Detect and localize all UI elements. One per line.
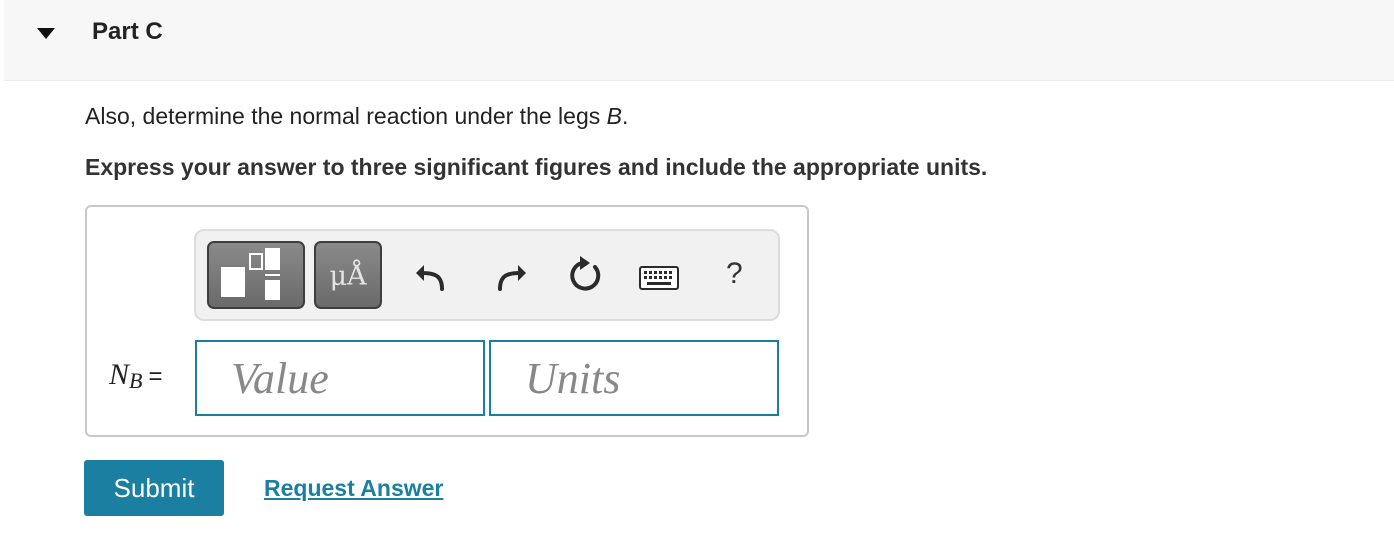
variable-subscript: B [129, 368, 143, 393]
reset-icon[interactable] [566, 255, 606, 295]
equals-sign: = [148, 363, 163, 390]
question-text: Also, determine the normal reaction unde… [85, 103, 628, 130]
variable-symbol: N [109, 358, 130, 391]
value-input[interactable] [195, 340, 485, 416]
templates-icon [221, 248, 280, 300]
units-button[interactable]: μÅ [314, 241, 382, 309]
question-suffix: . [621, 103, 629, 129]
part-header[interactable]: Part C [4, 0, 1394, 81]
question-prefix: Also, determine the normal reaction unde… [85, 103, 607, 129]
request-answer-link[interactable]: Request Answer [264, 475, 443, 502]
help-icon[interactable]: ? [726, 257, 743, 291]
submit-button[interactable]: Submit [84, 460, 224, 516]
redo-icon[interactable] [492, 257, 528, 293]
math-toolbar: μÅ ? [194, 229, 780, 321]
keyboard-icon[interactable] [638, 263, 682, 293]
templates-button[interactable] [207, 241, 305, 309]
collapse-caret-icon[interactable] [37, 28, 55, 39]
answer-box: μÅ ? NB = [85, 205, 809, 437]
units-icon: μÅ [329, 261, 367, 292]
units-input[interactable] [489, 340, 779, 416]
answer-variable-label: NB = [109, 358, 162, 394]
undo-icon[interactable] [414, 257, 450, 293]
question-variable: B [606, 103, 622, 129]
part-title: Part C [92, 18, 163, 45]
instruction-text: Express your answer to three significant… [85, 154, 988, 180]
